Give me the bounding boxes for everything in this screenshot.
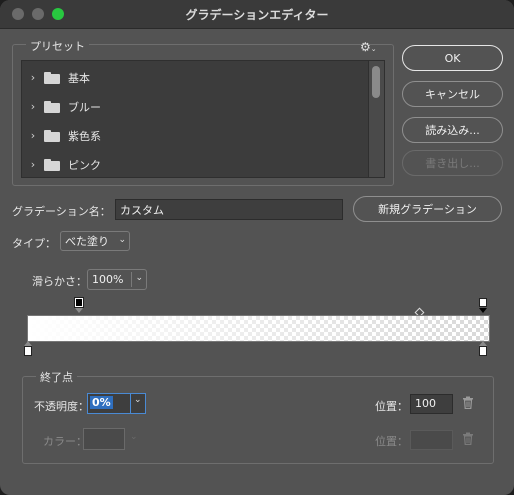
opacity-position-field[interactable]: 100	[410, 394, 453, 414]
gear-icon[interactable]: ⚙⌄	[360, 40, 377, 54]
folder-icon	[44, 72, 60, 84]
load-button[interactable]: 読み込み...	[402, 117, 503, 143]
preset-folder-label: ブルー	[68, 100, 101, 114]
color-stop-left[interactable]	[24, 346, 32, 356]
opacity-stop-right[interactable]	[479, 298, 487, 307]
folder-icon	[44, 101, 60, 113]
chevron-right-icon[interactable]: ›	[22, 71, 44, 84]
stops-section-label: 終了点	[36, 369, 77, 385]
window-title: グラデーションエディター	[185, 8, 329, 22]
chevron-down-icon: ⌄	[130, 432, 138, 442]
preset-folder-blue[interactable]: › ブルー	[22, 92, 369, 121]
preset-folder-basic[interactable]: › 基本	[22, 63, 369, 92]
color-stop-right[interactable]	[479, 346, 487, 356]
chevron-right-icon[interactable]: ›	[22, 100, 44, 113]
type-dropdown-value: べた塗り	[65, 235, 109, 248]
preset-list: › 基本 › ブルー › 紫色系 › ピンク	[21, 60, 370, 178]
opacity-stop-left[interactable]	[74, 297, 84, 308]
chevron-right-icon[interactable]: ›	[22, 158, 44, 171]
opacity-stop-right-pointer	[479, 308, 487, 313]
opacity-combo[interactable]: 0% ⌄	[87, 393, 146, 414]
chevron-down-icon: ⌄	[118, 235, 126, 245]
gradient-name-field[interactable]: カスタム	[115, 199, 343, 220]
chevron-down-icon: ⌄	[135, 273, 143, 283]
type-dropdown[interactable]: べた塗り ⌄	[60, 231, 130, 251]
folder-icon	[44, 159, 60, 171]
trash-icon[interactable]	[462, 396, 474, 412]
new-gradient-button[interactable]: 新規グラデーション	[353, 196, 502, 222]
opacity-label: 不透明度：	[34, 400, 89, 413]
preset-folder-label: 基本	[68, 71, 90, 85]
dropdown-divider	[131, 272, 132, 287]
color-position-label: 位置：	[375, 435, 408, 448]
stops-group	[22, 376, 494, 464]
opacity-stop-left-pointer	[75, 308, 83, 313]
smoothness-dropdown[interactable]: 100% ⌄	[87, 269, 147, 290]
export-button: 書き出し...	[402, 150, 503, 176]
chevron-down-icon[interactable]: ⌄	[134, 395, 142, 405]
trash-icon	[462, 432, 474, 448]
opacity-dropdown-divider	[130, 394, 131, 413]
smoothness-value: 100%	[92, 273, 124, 286]
smoothness-label: 滑らかさ：	[32, 275, 87, 288]
presets-label: プリセット	[26, 38, 89, 54]
preset-folder-pink[interactable]: › ピンク	[22, 150, 369, 177]
color-swatch	[83, 428, 125, 450]
opacity-value[interactable]: 0%	[90, 396, 113, 409]
gradient-editor-window: グラデーションエディター プリセット ⚙⌄ › 基本 › ブルー › 紫色系 ›…	[0, 0, 514, 495]
preset-folder-label: 紫色系	[68, 129, 101, 143]
folder-icon	[44, 130, 60, 142]
preset-scrollbar-thumb[interactable]	[372, 66, 380, 98]
ok-button[interactable]: OK	[402, 45, 503, 71]
preset-scrollbar[interactable]	[368, 60, 385, 178]
gradient-preview-bar[interactable]	[27, 315, 490, 342]
color-label: カラー：	[43, 435, 87, 448]
preset-folder-purple[interactable]: › 紫色系	[22, 121, 369, 150]
preset-folder-label: ピンク	[68, 158, 101, 172]
cancel-button[interactable]: キャンセル	[402, 81, 503, 107]
gradient-name-label: グラデーション名：	[12, 205, 111, 218]
chevron-right-icon[interactable]: ›	[22, 129, 44, 142]
title-bar: グラデーションエディター	[0, 0, 514, 29]
opacity-position-label: 位置：	[375, 400, 408, 413]
type-label: タイプ：	[12, 237, 56, 250]
color-position-field	[410, 430, 453, 450]
